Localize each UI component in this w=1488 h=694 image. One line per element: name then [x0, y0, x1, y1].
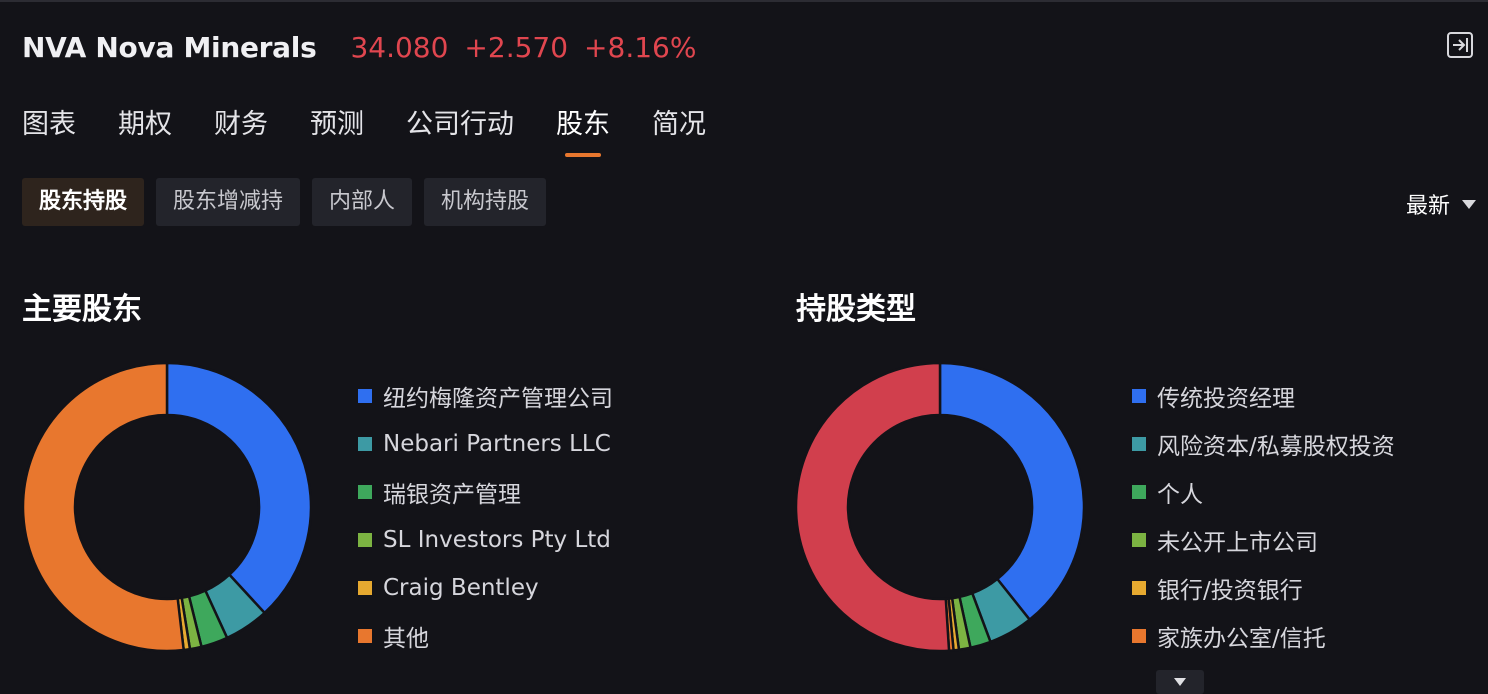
legend-item[interactable]: 未公开上市公司: [1132, 516, 1395, 564]
legend-label: 传统投资经理: [1157, 386, 1295, 412]
legend-label: 未公开上市公司: [1157, 530, 1318, 556]
legend-label: 个人: [1157, 482, 1203, 508]
subtab-holding-changes[interactable]: 股东增减持: [156, 178, 301, 226]
donut-hole: [849, 416, 1031, 598]
tab-shareholders[interactable]: 股东: [556, 102, 610, 155]
exit-panel-icon: [1447, 32, 1473, 58]
legend-item[interactable]: 家族办公室/信托: [1132, 612, 1395, 660]
legend-item[interactable]: 风险资本/私募股权投资: [1132, 420, 1395, 468]
legend-label: 银行/投资银行: [1157, 578, 1303, 604]
legend-label: 家族办公室/信托: [1157, 626, 1326, 652]
legend-swatch: [1132, 581, 1146, 595]
donut-hole: [76, 416, 258, 598]
legend-item[interactable]: Craig Bentley: [358, 564, 613, 612]
caret-down-icon: [1174, 678, 1186, 686]
legend-item[interactable]: 瑞银资产管理: [358, 468, 613, 516]
legend-label: Craig Bentley: [383, 575, 539, 601]
holding-types-donut: [795, 362, 1085, 652]
legend-label: 纽约梅隆资产管理公司: [383, 386, 613, 412]
legend-swatch: [358, 485, 372, 499]
holding-types-legend: 传统投资经理风险资本/私募股权投资 个人未公开上市公司 银行/投资银行 家族办公室/信…: [1132, 372, 1395, 660]
legend-swatch: [1132, 389, 1146, 403]
tab-profile[interactable]: 简况: [652, 102, 706, 155]
tab-options[interactable]: 期权: [118, 102, 172, 155]
legend-label: 风险资本/私募股权投资: [1157, 434, 1395, 460]
price-change: +2.570: [464, 30, 569, 64]
legend-item[interactable]: 个人: [1132, 468, 1395, 516]
tab-chart[interactable]: 图表: [22, 102, 76, 155]
stock-price: 34.080: [350, 30, 449, 64]
expand-legend-button[interactable]: [1156, 670, 1204, 694]
legend-item[interactable]: SL Investors Pty Ltd: [358, 516, 613, 564]
holding-types-title: 持股类型: [796, 292, 916, 327]
caret-down-icon: [1462, 199, 1476, 209]
sort-dropdown[interactable]: 最新: [1406, 188, 1476, 220]
legend-label: SL Investors Pty Ltd: [383, 527, 611, 553]
legend-swatch: [358, 533, 372, 547]
tab-corporate-actions[interactable]: 公司行动: [406, 102, 514, 155]
legend-swatch: [358, 389, 372, 403]
subtab-institutional[interactable]: 机构持股: [424, 178, 547, 226]
subtab-insiders[interactable]: 内部人: [312, 178, 413, 226]
legend-label: 其他: [383, 626, 429, 652]
major-shareholders-title: 主要股东: [22, 292, 142, 327]
legend-item[interactable]: 其他: [358, 612, 613, 660]
legend-item[interactable]: 纽约梅隆资产管理公司: [358, 372, 613, 420]
legend-item[interactable]: 银行/投资银行: [1132, 564, 1395, 612]
tab-forecast[interactable]: 预测: [310, 102, 364, 155]
legend-swatch: [358, 581, 372, 595]
legend-swatch: [1132, 485, 1146, 499]
tab-financials[interactable]: 财务: [214, 102, 268, 155]
major-shareholders-donut: [22, 362, 312, 652]
quote-header: NVA Nova Minerals 34.080 +2.570 +8.16%: [22, 28, 696, 66]
subtab-shareholdings[interactable]: 股东持股: [22, 178, 145, 226]
legend-swatch: [1132, 629, 1146, 643]
legend-item[interactable]: Nebari Partners LLC: [358, 420, 613, 468]
legend-swatch: [1132, 437, 1146, 451]
legend-swatch: [358, 437, 372, 451]
sub-tabs: 股东持股 股东增减持 内部人 机构持股: [22, 178, 558, 226]
legend-label: 瑞银资产管理: [383, 482, 521, 508]
stock-name: NVA Nova Minerals: [22, 30, 317, 64]
shareholders-page: NVA Nova Minerals 34.080 +2.570 +8.16% 图…: [0, 0, 1488, 694]
sort-dropdown-label: 最新: [1405, 194, 1450, 219]
price-change-percent: +8.16%: [584, 30, 697, 64]
legend-item[interactable]: 传统投资经理: [1132, 372, 1395, 420]
major-shareholders-legend: 纽约梅隆资产管理公司 Nebari Partners LLC 瑞银资产管理 SL In…: [358, 372, 613, 660]
legend-swatch: [358, 629, 372, 643]
main-tabs: 图表 期权 财务 预测 公司行动 股东 简况: [22, 102, 748, 155]
legend-label: Nebari Partners LLC: [383, 431, 611, 457]
legend-swatch: [1132, 533, 1146, 547]
exit-panel-button[interactable]: [1446, 30, 1474, 60]
